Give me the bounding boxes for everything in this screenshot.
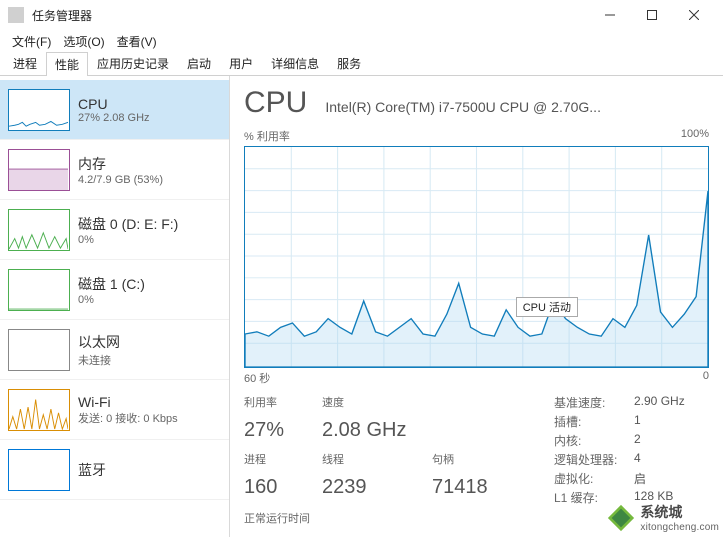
- handle-value: 71418: [432, 476, 530, 506]
- watermark-logo-icon: [606, 503, 636, 533]
- sidebar-item-wifi[interactable]: Wi-Fi 发送: 0 接收: 0 Kbps: [0, 380, 229, 440]
- proc-value: 160: [244, 476, 322, 506]
- tabbar: 进程 性能 应用历史记录 启动 用户 详细信息 服务: [0, 52, 723, 76]
- cores-label: 内核:: [554, 432, 626, 449]
- stats-block: 利用率 速度 27% 2.08 GHz 进程 线程 句柄 160 2239 71…: [244, 394, 709, 506]
- watermark: 系统城 xitongcheng.com: [606, 502, 719, 533]
- virt-label: 虚拟化:: [554, 470, 626, 487]
- tab-users[interactable]: 用户: [220, 51, 262, 75]
- chart-ymax: 100%: [681, 128, 709, 144]
- menu-options[interactable]: 选项(O): [57, 31, 110, 52]
- thread-label: 线程: [322, 451, 432, 474]
- sidebar-item-value: 27% 2.08 GHz: [78, 112, 221, 124]
- sidebar-item-cpu[interactable]: CPU 27% 2.08 GHz: [0, 80, 229, 140]
- watermark-url: xitongcheng.com: [640, 522, 719, 533]
- sidebar: CPU 27% 2.08 GHz 内存 4.2/7.9 GB (53%) 磁盘 …: [0, 76, 230, 537]
- util-value: 27%: [244, 419, 322, 449]
- sidebar-item-label: Wi-Fi: [78, 394, 221, 410]
- sidebar-item-label: 磁盘 1 (C:): [78, 274, 221, 294]
- body: CPU 27% 2.08 GHz 内存 4.2/7.9 GB (53%) 磁盘 …: [0, 76, 723, 537]
- proc-label: 进程: [244, 451, 322, 474]
- app-icon: [8, 7, 24, 23]
- main-pane: CPU Intel(R) Core(TM) i7-7500U CPU @ 2.7…: [230, 76, 723, 537]
- sidebar-item-label: 磁盘 0 (D: E: F:): [78, 214, 221, 234]
- watermark-brand: 系统城: [640, 502, 719, 522]
- page-title: CPU: [244, 86, 307, 120]
- sidebar-item-label: CPU: [78, 96, 221, 112]
- cpu-model: Intel(R) Core(TM) i7-7500U CPU @ 2.70G..…: [325, 99, 709, 115]
- stats-right: 基准速度: 2.90 GHz 插槽: 1 内核: 2 逻辑处理器: 4 虚拟化:…: [554, 394, 685, 506]
- sidebar-item-value: 0%: [78, 294, 221, 306]
- base-label: 基准速度:: [554, 394, 626, 411]
- window-buttons: [589, 1, 715, 29]
- menu-view[interactable]: 查看(V): [111, 31, 163, 52]
- ethernet-thumbnail: [8, 329, 70, 371]
- minimize-button[interactable]: [589, 1, 631, 29]
- sidebar-item-value: 未连接: [78, 352, 221, 368]
- thread-value: 2239: [322, 476, 432, 506]
- speed-label: 速度: [322, 394, 432, 417]
- disk-thumbnail: [8, 269, 70, 311]
- memory-thumbnail: [8, 149, 70, 191]
- menubar: 文件(F) 选项(O) 查看(V): [0, 30, 723, 52]
- sidebar-item-label: 以太网: [78, 332, 221, 352]
- tab-details[interactable]: 详细信息: [262, 51, 328, 75]
- chart-tooltip: CPU 活动: [516, 297, 578, 317]
- tab-services[interactable]: 服务: [328, 51, 370, 75]
- lprocs-label: 逻辑处理器:: [554, 451, 626, 468]
- tab-processes[interactable]: 进程: [4, 51, 46, 75]
- cpu-utilization-chart[interactable]: CPU 活动: [244, 146, 709, 368]
- sidebar-item-memory[interactable]: 内存 4.2/7.9 GB (53%): [0, 140, 229, 200]
- wifi-thumbnail: [8, 389, 70, 431]
- menu-file[interactable]: 文件(F): [6, 31, 57, 52]
- chart-ylabel: % 利用率: [244, 128, 290, 144]
- main-header: CPU Intel(R) Core(TM) i7-7500U CPU @ 2.7…: [244, 86, 709, 120]
- tab-performance[interactable]: 性能: [46, 52, 88, 76]
- titlebar: 任务管理器: [0, 0, 723, 30]
- cores-value: 2: [634, 432, 685, 449]
- chart-x-labels: 60 秒 0: [244, 370, 709, 386]
- stats-left: 利用率 速度 27% 2.08 GHz 进程 线程 句柄 160 2239 71…: [244, 394, 530, 506]
- sidebar-item-disk0[interactable]: 磁盘 0 (D: E: F:) 0%: [0, 200, 229, 260]
- sidebar-item-label: 内存: [78, 154, 221, 174]
- sidebar-item-bluetooth[interactable]: 蓝牙: [0, 440, 229, 500]
- sidebar-item-ethernet[interactable]: 以太网 未连接: [0, 320, 229, 380]
- maximize-button[interactable]: [631, 1, 673, 29]
- lprocs-value: 4: [634, 451, 685, 468]
- speed-value: 2.08 GHz: [322, 419, 432, 449]
- base-value: 2.90 GHz: [634, 394, 685, 411]
- sidebar-item-value: 4.2/7.9 GB (53%): [78, 174, 221, 186]
- disk-thumbnail: [8, 209, 70, 251]
- sidebar-item-disk1[interactable]: 磁盘 1 (C:) 0%: [0, 260, 229, 320]
- sidebar-item-label: 蓝牙: [78, 460, 221, 480]
- bluetooth-thumbnail: [8, 449, 70, 491]
- close-button[interactable]: [673, 1, 715, 29]
- sockets-label: 插槽:: [554, 413, 626, 430]
- util-label: 利用率: [244, 394, 322, 417]
- cpu-thumbnail: [8, 89, 70, 131]
- sidebar-item-value: 0%: [78, 234, 221, 246]
- sockets-value: 1: [634, 413, 685, 430]
- chart-x-right: 0: [703, 370, 709, 386]
- handle-label: 句柄: [432, 451, 530, 474]
- chart-y-labels: % 利用率 100%: [244, 128, 709, 144]
- tab-startup[interactable]: 启动: [178, 51, 220, 75]
- window-title: 任务管理器: [32, 7, 589, 24]
- virt-value: 启: [634, 470, 685, 487]
- tab-apphistory[interactable]: 应用历史记录: [88, 51, 178, 75]
- sidebar-item-value: 发送: 0 接收: 0 Kbps: [78, 410, 221, 426]
- chart-x-left: 60 秒: [244, 370, 270, 386]
